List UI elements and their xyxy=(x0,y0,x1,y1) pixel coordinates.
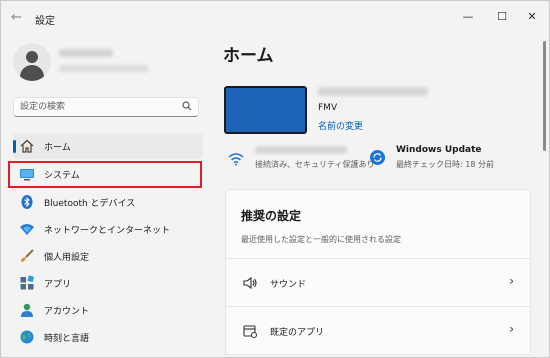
recommended-item-sound[interactable]: サウンド › xyxy=(225,259,531,307)
title-bar: ← 設定 — ☐ ✕ xyxy=(1,1,549,35)
recommended-item-label: サウンド xyxy=(270,280,307,290)
time-language-icon xyxy=(19,329,35,345)
network-icon xyxy=(19,221,35,237)
wifi-status: 接続済み、セキュリティ保護あり xyxy=(255,160,375,169)
chevron-right-icon: › xyxy=(509,322,514,336)
settings-window: ← 設定 — ☐ ✕ ホーム システム xyxy=(0,0,550,358)
sidebar-item-network[interactable]: ネットワークとインターネット xyxy=(13,216,203,242)
selection-indicator xyxy=(13,140,16,153)
minimize-button[interactable]: — xyxy=(457,7,479,27)
device-image xyxy=(224,86,307,134)
search-icon[interactable] xyxy=(182,101,192,114)
sidebar-item-label: Bluetooth とデバイス xyxy=(44,199,136,209)
windows-update-title[interactable]: Windows Update xyxy=(396,145,482,155)
recommended-title: 推奨の設定 xyxy=(241,209,302,223)
sidebar-item-apps[interactable]: アプリ xyxy=(13,270,203,296)
search-input[interactable] xyxy=(20,100,170,114)
close-button[interactable]: ✕ xyxy=(521,7,543,27)
scrollbar[interactable] xyxy=(543,41,546,151)
chevron-right-icon: › xyxy=(509,274,514,288)
device-model: FMV xyxy=(318,103,338,113)
highlight-box xyxy=(8,161,202,188)
apps-icon xyxy=(19,275,35,291)
sidebar-item-label: ホーム xyxy=(44,143,71,153)
device-name-redacted xyxy=(318,87,428,96)
back-arrow-icon[interactable]: ← xyxy=(11,11,25,25)
windows-update-icon xyxy=(370,150,385,165)
wifi-icon xyxy=(228,151,244,166)
default-apps-icon xyxy=(242,323,258,339)
user-email-redacted xyxy=(59,65,149,72)
home-icon xyxy=(19,138,35,154)
recommended-item-label: 既定のアプリ xyxy=(270,328,325,338)
sidebar-item-accounts[interactable]: アカウント xyxy=(13,297,203,323)
recommended-subtitle: 最近使用した設定と一般的に使用される設定 xyxy=(241,235,401,244)
sidebar-item-personalization[interactable]: 個人用設定 xyxy=(13,243,203,269)
sidebar-item-bluetooth[interactable]: Bluetooth とデバイス xyxy=(13,189,203,215)
avatar xyxy=(13,43,51,81)
sidebar-item-home[interactable]: ホーム xyxy=(13,133,203,159)
brush-icon xyxy=(19,248,35,264)
search-box[interactable] xyxy=(13,97,199,117)
bluetooth-icon xyxy=(19,194,35,210)
sidebar-item-label: 時刻と言語 xyxy=(44,334,90,344)
user-name-redacted xyxy=(59,49,113,57)
sidebar-item-time-language[interactable]: 時刻と言語 xyxy=(13,324,203,350)
sidebar-item-label: 個人用設定 xyxy=(44,253,90,263)
rename-link[interactable]: 名前の変更 xyxy=(318,119,363,132)
sidebar-item-label: ネットワークとインターネット xyxy=(44,226,171,236)
account-icon xyxy=(19,302,35,318)
sidebar-item-label: アプリ xyxy=(44,280,72,290)
page-title: ホーム xyxy=(223,46,274,66)
recommended-card xyxy=(225,189,531,259)
sidebar-item-label: アカウント xyxy=(44,307,90,317)
speaker-icon xyxy=(242,275,258,291)
window-title: 設定 xyxy=(35,16,55,27)
network-name-redacted xyxy=(255,146,347,154)
windows-update-status: 最終チェック日時: 18 分前 xyxy=(396,160,494,169)
maximize-button[interactable]: ☐ xyxy=(491,7,513,27)
recommended-item-default-apps[interactable]: 既定のアプリ › xyxy=(225,307,531,355)
